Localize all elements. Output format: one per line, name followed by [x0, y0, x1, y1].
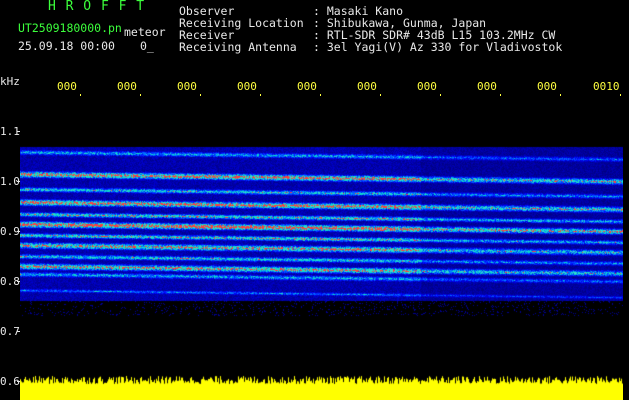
spectrogram-canvas — [20, 96, 623, 400]
x-tick-label: 000 — [477, 80, 497, 93]
x-tick-label: 000 — [417, 80, 437, 93]
x-tick-label: 000 — [537, 80, 557, 93]
x-tick-label: 000 — [237, 80, 257, 93]
axis-unit-label: kHz — [0, 75, 20, 88]
x-tick-label: 000 — [297, 80, 317, 93]
x-tick-label: 000 — [117, 80, 137, 93]
x-tick-label: 0010 — [593, 80, 620, 93]
app-title: H R O F F T — [48, 0, 146, 14]
x-tick-label: 000 — [57, 80, 77, 93]
antenna-value: : 3el Yagi(V) Az 330 for Vladivostok — [313, 40, 563, 54]
mode-label: meteor — [124, 25, 166, 39]
status-label: 0_ — [140, 39, 154, 53]
x-tick-label: 000 — [357, 80, 377, 93]
antenna-label: Receiving Antenna — [179, 40, 297, 54]
datetime-label: 25.09.18 00:00 — [18, 39, 115, 53]
x-tick-label: 000 — [177, 80, 197, 93]
filename-label: UT2509180000.pn — [18, 21, 122, 35]
